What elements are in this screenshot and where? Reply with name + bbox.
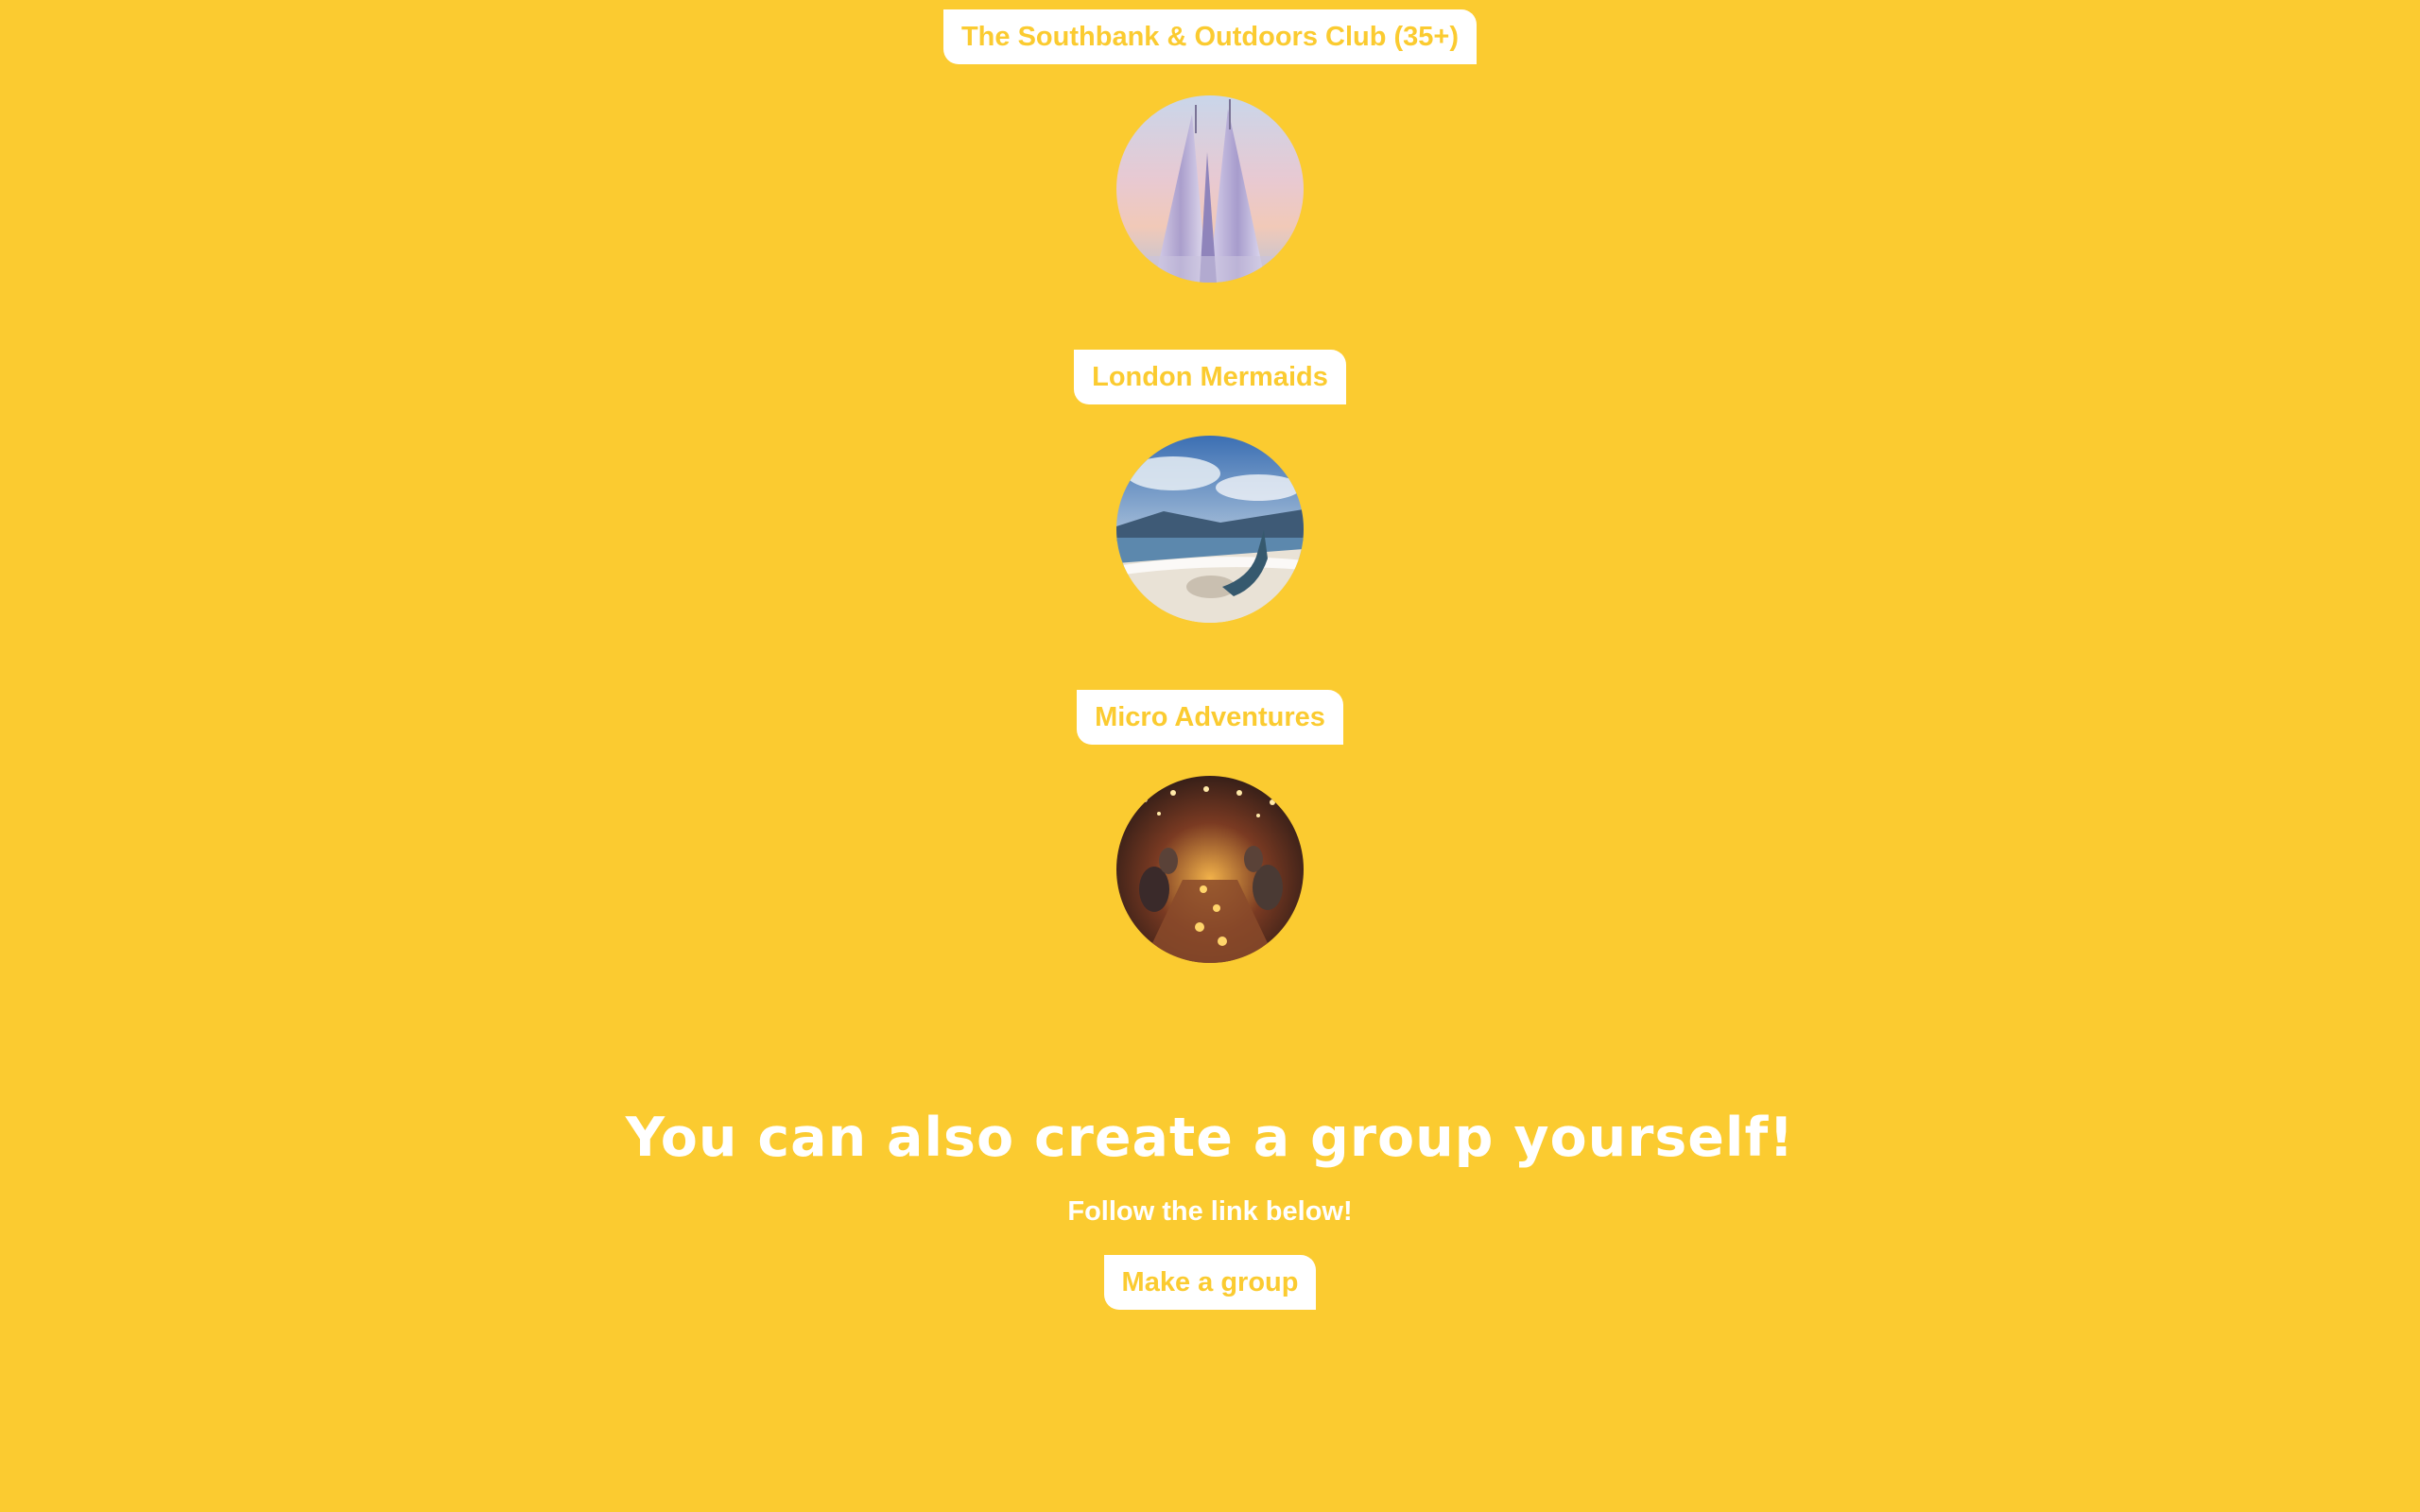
create-group-subtitle: Follow the link below!: [1067, 1196, 1353, 1227]
create-group-heading: You can also create a group yourself!: [625, 1107, 1795, 1169]
create-group-section: You can also create a group yourself! Fo…: [0, 1104, 2420, 1310]
group-card: The Southbank & Outdoors Club (35+): [0, 9, 2420, 283]
group-image-dinner[interactable]: [1116, 776, 1304, 963]
group-name-button[interactable]: Micro Adventures: [1077, 690, 1343, 745]
page: The Southbank & Outdoors Club (35+) Lond…: [0, 0, 2420, 1512]
group-image-shard[interactable]: [1116, 95, 1304, 283]
group-name-button[interactable]: London Mermaids: [1074, 350, 1346, 404]
group-card: London Mermaids: [0, 350, 2420, 623]
group-card: Micro Adventures: [0, 690, 2420, 963]
make-group-button[interactable]: Make a group: [1103, 1255, 1317, 1310]
group-name-button[interactable]: The Southbank & Outdoors Club (35+): [942, 9, 1478, 64]
group-image-mermaid[interactable]: [1116, 436, 1304, 623]
